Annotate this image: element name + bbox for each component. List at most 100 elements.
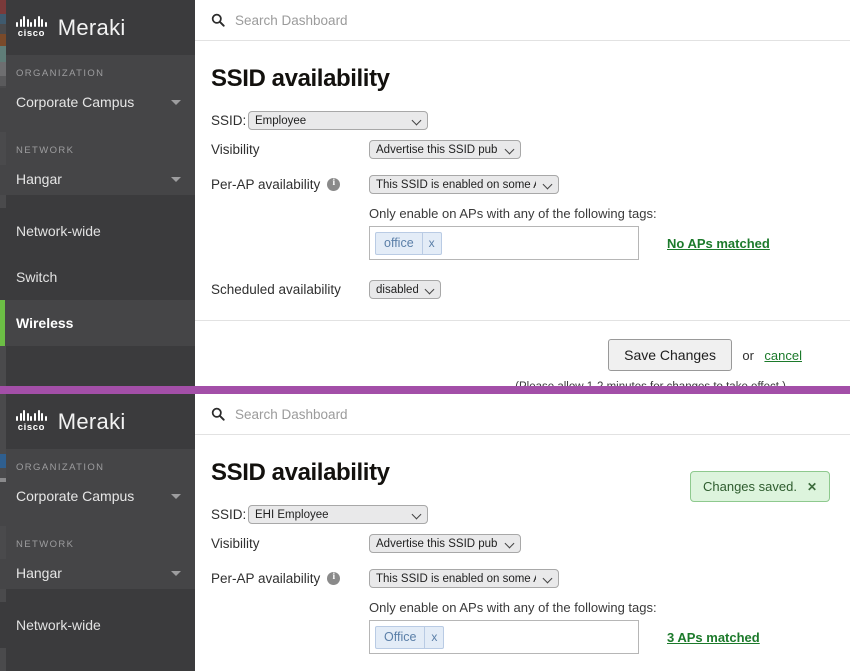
search-bar[interactable]: Search Dashboard (195, 394, 850, 435)
cisco-wordmark: cisco (18, 28, 45, 39)
ssid-label: SSID: (211, 507, 248, 522)
per-ap-label-group: Per-AP availability i (211, 177, 369, 192)
tags-input[interactable]: office x (369, 226, 639, 260)
page-title: SSID availability (211, 65, 834, 93)
ssid-row: SSID: EHI Employee (211, 501, 834, 527)
sidebar-organization-label: ORGANIZATION (0, 449, 195, 482)
network-value: Hangar (16, 171, 62, 187)
chevron-down-icon (171, 100, 181, 105)
tags-hint: Only enable on APs with any of the follo… (369, 206, 834, 221)
dashboard-panel-top: cisco Meraki ORGANIZATION Corporate Camp… (0, 0, 850, 386)
ssid-select-wrap: Employee (248, 111, 428, 130)
brand-logo[interactable]: cisco Meraki (0, 394, 195, 449)
tags-block: Only enable on APs with any of the follo… (369, 600, 834, 654)
sidebar-item-network-wide[interactable]: Network-wide (0, 602, 195, 648)
ssid-select[interactable]: Employee (248, 111, 428, 130)
per-ap-label: Per-AP availability (211, 571, 320, 586)
tag-remove-icon[interactable]: x (422, 233, 441, 254)
per-ap-select[interactable]: This SSID is enabled on some APs... (369, 175, 559, 194)
scheduled-select[interactable]: disabled (369, 280, 441, 299)
tag-chip[interactable]: Office x (375, 626, 444, 649)
network-selector[interactable]: Hangar (0, 559, 195, 589)
sidebar-bottom: cisco Meraki ORGANIZATION Corporate Camp… (0, 394, 195, 671)
panel-divider (0, 386, 850, 394)
per-ap-row: Per-AP availability i This SSID is enabl… (211, 171, 834, 197)
tags-input[interactable]: Office x (369, 620, 639, 654)
save-button[interactable]: Save Changes (608, 339, 732, 371)
ssid-availability-form-bottom: Changes saved. ✕ SSID availability SSID:… (195, 435, 850, 671)
per-ap-label: Per-AP availability (211, 177, 320, 192)
tag-label: Office (376, 627, 424, 648)
per-ap-select[interactable]: This SSID is enabled on some APs... (369, 569, 559, 588)
per-ap-select-wrap: This SSID is enabled on some APs... (369, 569, 559, 588)
brand-logo[interactable]: cisco Meraki (0, 0, 195, 55)
main-content-bottom: Search Dashboard Changes saved. ✕ SSID a… (195, 394, 850, 671)
per-ap-row: Per-AP availability i This SSID is enabl… (211, 565, 834, 591)
info-icon[interactable]: i (327, 572, 340, 585)
ssid-availability-form-top: SSID availability SSID: Employee Visibil… (195, 41, 850, 386)
close-icon[interactable]: ✕ (807, 480, 817, 494)
organization-value: Corporate Campus (16, 94, 134, 110)
tags-hint: Only enable on APs with any of the follo… (369, 600, 834, 615)
network-value: Hangar (16, 565, 62, 581)
sidebar-network-label: NETWORK (0, 526, 195, 559)
or-text: or (742, 348, 754, 363)
visibility-label: Visibility (211, 536, 369, 551)
sidebar-top: cisco Meraki ORGANIZATION Corporate Camp… (0, 0, 195, 386)
product-name: Meraki (58, 15, 126, 41)
tag-remove-icon[interactable]: x (424, 627, 443, 648)
visibility-row: Visibility Advertise this SSID publicly (211, 530, 834, 556)
network-selector[interactable]: Hangar (0, 165, 195, 195)
organization-selector[interactable]: Corporate Campus (0, 88, 195, 132)
search-icon (211, 13, 225, 27)
info-icon[interactable]: i (327, 178, 340, 191)
visibility-label: Visibility (211, 142, 369, 157)
tag-chip[interactable]: office x (375, 232, 442, 255)
save-footnote: (Please allow 1-2 minutes for changes to… (211, 381, 802, 386)
save-area: Save Changes or cancel (Please allow 1-2… (211, 321, 834, 386)
search-input[interactable]: Search Dashboard (235, 13, 348, 28)
search-bar[interactable]: Search Dashboard (195, 0, 850, 41)
scheduled-row: Scheduled availability disabled (211, 276, 834, 302)
product-name: Meraki (58, 409, 126, 435)
chevron-down-icon (171, 177, 181, 182)
sidebar-item-label: Switch (16, 269, 57, 285)
visibility-select-wrap: Advertise this SSID publicly (369, 534, 521, 553)
chevron-down-icon (171, 494, 181, 499)
sidebar-item-label: Network-wide (16, 223, 101, 239)
organization-value: Corporate Campus (16, 488, 134, 504)
sidebar-spacer (0, 589, 195, 602)
tag-label: office (376, 233, 422, 254)
scheduled-select-wrap: disabled (369, 280, 441, 299)
sidebar-organization-label: ORGANIZATION (0, 55, 195, 88)
ap-match-status[interactable]: No APs matched (667, 236, 770, 251)
cisco-bars-logo: cisco (16, 410, 47, 433)
tags-row: Office x 3 APs matched (369, 620, 834, 654)
per-ap-select-wrap: This SSID is enabled on some APs... (369, 175, 559, 194)
tags-row: office x No APs matched (369, 226, 834, 260)
cancel-link[interactable]: cancel (764, 348, 802, 363)
tags-block: Only enable on APs with any of the follo… (369, 206, 834, 260)
ssid-select[interactable]: EHI Employee (248, 505, 428, 524)
ssid-row: SSID: Employee (211, 107, 834, 133)
main-content-top: Search Dashboard SSID availability SSID:… (195, 0, 850, 386)
screenshot-root: cisco Meraki ORGANIZATION Corporate Camp… (0, 0, 850, 671)
sidebar-network-label: NETWORK (0, 132, 195, 165)
visibility-select-wrap: Advertise this SSID publicly (369, 140, 521, 159)
cisco-bars-logo: cisco (16, 16, 47, 39)
sidebar-item-switch[interactable]: Switch (0, 254, 195, 300)
visibility-select[interactable]: Advertise this SSID publicly (369, 140, 521, 159)
chevron-down-icon (171, 571, 181, 576)
sidebar-item-label: Wireless (16, 315, 73, 331)
organization-selector[interactable]: Corporate Campus (0, 482, 195, 526)
visibility-select[interactable]: Advertise this SSID publicly (369, 534, 521, 553)
search-input[interactable]: Search Dashboard (235, 407, 348, 422)
search-icon (211, 407, 225, 421)
sidebar-item-network-wide[interactable]: Network-wide (0, 208, 195, 254)
toast-message: Changes saved. (703, 479, 797, 494)
sidebar-item-wireless[interactable]: Wireless (0, 300, 195, 346)
per-ap-label-group: Per-AP availability i (211, 571, 369, 586)
status-toast: Changes saved. ✕ (690, 471, 830, 502)
ap-match-status[interactable]: 3 APs matched (667, 630, 760, 645)
visibility-row: Visibility Advertise this SSID publicly (211, 136, 834, 162)
